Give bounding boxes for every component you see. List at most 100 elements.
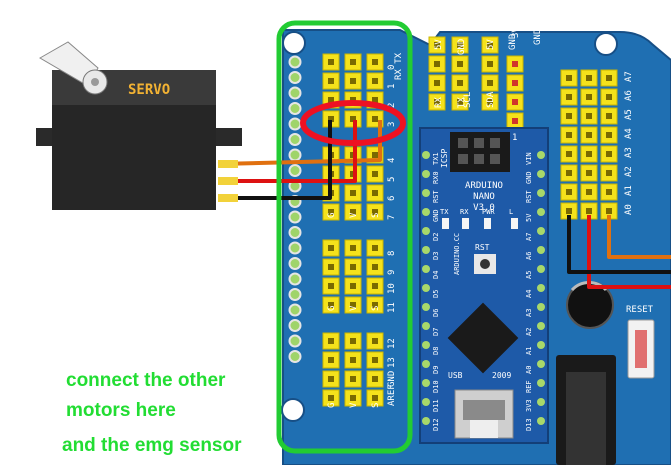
pad [288,288,302,301]
nano-pin [537,227,545,235]
icsp-pin [490,138,500,148]
nano-right-pin-label: A0 [525,366,533,374]
nano-left-pin-label: D3 [432,252,440,260]
top-header-label: SDA [486,91,496,108]
nano-pin [537,151,545,159]
nano-pin [422,417,430,425]
pad [288,86,302,100]
nano-left-pin-label: RX0 [432,171,440,184]
nano-reset-button[interactable] [474,254,496,274]
pad [288,226,302,239]
icsp-pin [458,154,468,164]
icsp-label: ICSP [440,149,449,168]
reset-label: RESET [626,305,654,315]
pad [288,319,302,332]
rx-tx-label: RX TX [394,52,404,80]
digital-pin-number: 10 [387,283,397,294]
mounting-hole [594,32,618,56]
pad [288,210,302,224]
nano-year: 2009 [492,371,511,380]
icsp-pin [458,138,468,148]
digital-pin-number: 6 [387,196,397,201]
nano-led-label: TX [440,208,449,216]
nano-left-pin-label: D4 [432,271,440,279]
nano-right-pin-label: RST [525,190,533,203]
icsp-pin [474,138,484,148]
nano-pin [422,227,430,235]
nano-pin [422,208,430,216]
nano-pin [537,208,545,216]
pad [288,102,302,115]
pad [288,164,302,177]
digital-pin-number: AREF [387,384,397,406]
nano-pin [537,398,545,406]
nano-pin [537,170,545,178]
pad [288,55,302,69]
digital-pin-number: 3 [387,122,397,127]
analog-label: A2 [624,166,634,177]
nano-led [484,218,491,229]
nano-pin [422,398,430,406]
icsp-pin [490,154,500,164]
nano-pin [422,360,430,368]
nano-left-pin-label: TX1 [432,152,440,165]
nano-right-pin-label: A2 [525,328,533,336]
nano-title: ARDUINO [465,181,503,191]
nano-pin [537,265,545,273]
servo-label: SERVO [128,82,170,98]
nano-led-label: PWR [482,208,495,216]
nano-left-pin-label: D12 [432,418,440,431]
analog-label: A7 [624,71,634,82]
pad [288,71,302,84]
nano-right-pin-label: 3V3 [525,399,533,412]
row-label: G [327,213,337,218]
nano-pin [537,360,545,368]
top-header-label: GND [533,29,543,45]
nano-left-pin-label: RST [432,190,440,203]
nano-led-label: L [509,208,513,216]
pad [288,241,302,255]
nano-left-pin-label: D7 [432,328,440,336]
reset-button[interactable] [627,319,655,379]
row-label: S [371,306,381,311]
nano-right-pin-label: A4 [525,290,533,298]
nano-pin [422,322,430,330]
digital-pin-number: 11 [387,302,397,313]
icsp-number: 1 [512,133,517,143]
nano-led-label: RX [460,208,469,216]
nano-pin [422,265,430,273]
nano-pin [537,189,545,197]
analog-label: A6 [624,90,634,101]
nano-left-pin-label: D10 [432,380,440,393]
top-header-label: 5V [486,39,496,50]
nano-left-pin-label: D6 [432,309,440,317]
nano-pin [537,303,545,311]
nano-right-pin-label: A3 [525,309,533,317]
nano-pin [422,246,430,254]
arduino-nano: TX1RX0RSTGNDD2D3D4D5D6D7D8D9D10D11D12 VI… [419,127,549,444]
pad [288,117,302,131]
pad [288,303,302,317]
usb-port [454,389,514,439]
row-label: G [327,403,337,408]
analog-label: A0 [624,204,634,215]
row-label: V [349,402,359,408]
nano-pin [422,379,430,387]
digital-pin-number: 9 [387,270,397,275]
servo-motor: SERVO [36,41,242,210]
pad [288,272,302,286]
pad [288,350,302,363]
nano-pin [537,246,545,254]
top-header-label: 5V [434,39,444,50]
nano-pin [422,284,430,292]
nano-pin [422,303,430,311]
pad [288,257,302,270]
mounting-hole [282,31,306,55]
analog-label: A4 [624,128,634,139]
nano-left-pin-label: D8 [432,347,440,355]
nano-pin [422,170,430,178]
row-label: G [327,306,337,311]
analog-label: A1 [624,185,634,196]
pad [288,148,302,162]
digital-pin-number: 7 [387,215,397,220]
